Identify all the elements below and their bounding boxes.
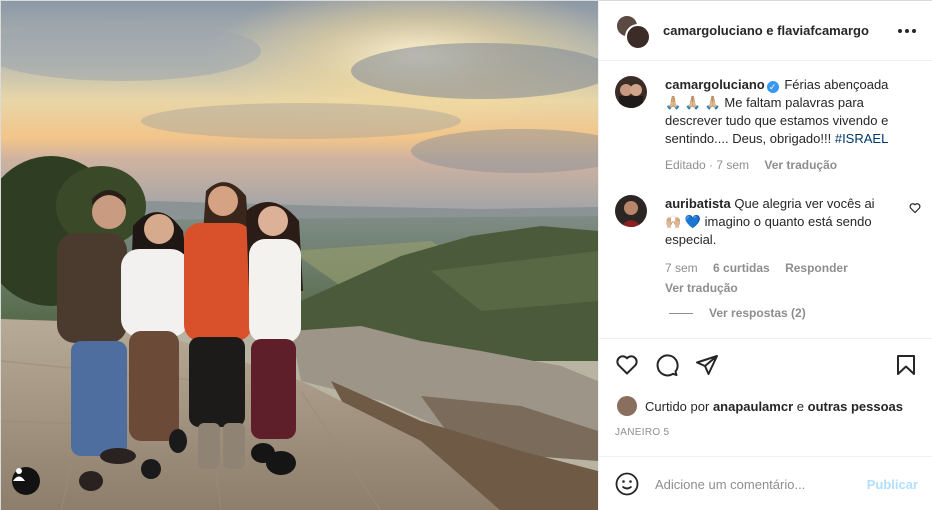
- avatar[interactable]: [615, 76, 647, 108]
- verified-badge-icon: ✓: [766, 81, 779, 93]
- avatar[interactable]: [615, 195, 647, 227]
- liked-by: Curtido por anapaulamcr e outras pessoas: [617, 396, 903, 416]
- divider: [669, 312, 693, 314]
- hashtag-link[interactable]: #ISRAEL: [835, 131, 888, 146]
- post-photo[interactable]: [1, 1, 598, 510]
- edited-timestamp: Editado · 7 sem: [665, 158, 750, 172]
- person-4: [246, 202, 303, 475]
- user-tag-icon: [13, 468, 25, 481]
- avatar[interactable]: [617, 396, 637, 416]
- share-icon[interactable]: [695, 353, 719, 377]
- like-comment-heart-icon[interactable]: [909, 202, 921, 214]
- post-actions: Curtido por anapaulamcr e outras pessoas…: [599, 338, 932, 456]
- see-translation-button[interactable]: Ver tradução: [665, 281, 738, 295]
- post-authors[interactable]: camargoluciano e flaviafcamargo: [663, 23, 869, 38]
- post-dialog: camargoluciano e flaviafcamargo camargol…: [0, 0, 932, 510]
- comment-text: Que alegria ver vocês ai: [734, 196, 875, 211]
- post-date[interactable]: JANEIRO 5: [615, 427, 669, 438]
- comment-emojis: 🙌🏼 💙: [665, 214, 701, 229]
- reply-button[interactable]: Responder: [785, 261, 848, 275]
- add-comment-bar: Publicar: [599, 456, 932, 510]
- avatar: [625, 23, 651, 50]
- comment-timestamp: 7 sem: [665, 261, 698, 275]
- liked-by-others-link[interactable]: outras pessoas: [808, 399, 903, 414]
- bookmark-icon[interactable]: [894, 353, 918, 377]
- comment-icon[interactable]: [655, 353, 679, 377]
- comments-list[interactable]: camargoluciano ✓ Férias abençoada 🙏🏼 🙏🏼 🙏…: [599, 62, 932, 338]
- comment-username[interactable]: auribatista: [665, 196, 731, 211]
- user-tag-button[interactable]: [12, 467, 40, 495]
- comment-input[interactable]: [655, 476, 867, 492]
- emoji-icon[interactable]: [615, 472, 639, 496]
- comment-meta: 7 sem 6 curtidas Responder: [665, 259, 900, 277]
- comment-item: auribatista Que alegria ver vocês ai 🙌🏼 …: [615, 195, 921, 315]
- more-options-icon: [898, 29, 902, 33]
- photo-scene: [1, 1, 598, 510]
- liked-by-user-link[interactable]: anapaulamcr: [713, 399, 793, 414]
- more-options-button[interactable]: [897, 21, 917, 41]
- comment-likes-button[interactable]: 6 curtidas: [713, 261, 770, 275]
- caption-meta: Editado · 7 sem Ver tradução: [665, 156, 915, 174]
- see-translation-button[interactable]: Ver tradução: [764, 158, 837, 172]
- post-side-panel: camargoluciano e flaviafcamargo camargol…: [598, 1, 932, 510]
- caption-username[interactable]: camargoluciano: [665, 77, 765, 92]
- caption-text: Férias abençoada: [784, 77, 889, 92]
- publish-button[interactable]: Publicar: [867, 477, 918, 492]
- heart-icon[interactable]: [615, 353, 639, 377]
- collab-avatars[interactable]: [615, 13, 651, 50]
- caption-emojis: 🙏🏼 🙏🏼 🙏🏼: [665, 95, 721, 110]
- post-header: camargoluciano e flaviafcamargo: [599, 1, 932, 61]
- caption: camargoluciano ✓ Férias abençoada 🙏🏼 🙏🏼 🙏…: [615, 76, 915, 176]
- view-replies-button[interactable]: Ver respostas (2): [669, 306, 806, 320]
